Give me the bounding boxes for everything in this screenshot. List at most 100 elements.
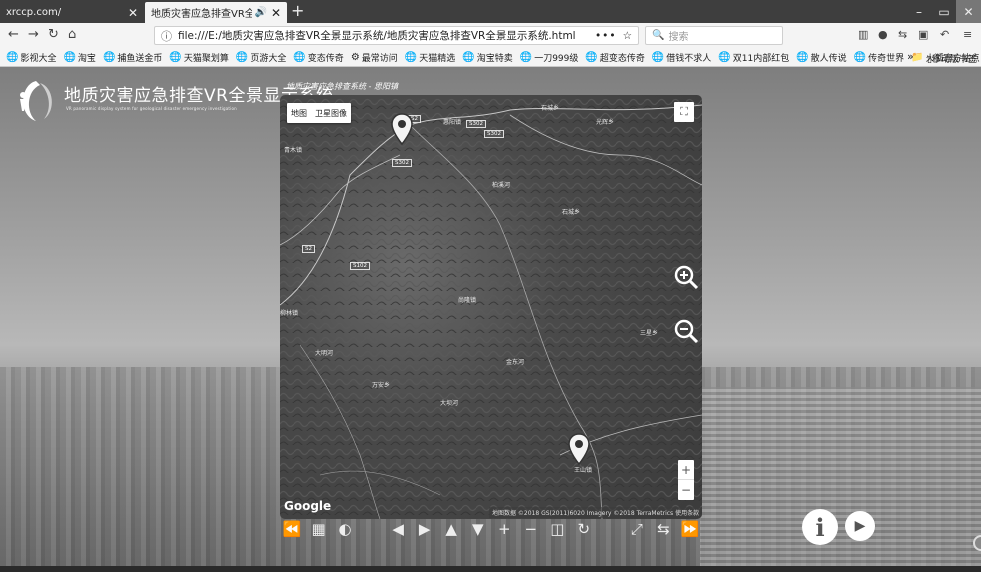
place-label: 石城乡 bbox=[541, 105, 560, 112]
location-pin-icon[interactable] bbox=[568, 433, 590, 465]
bookmark-item[interactable]: 🌐 捕鱼送金币 bbox=[103, 51, 162, 64]
place-label: 大坝河 bbox=[440, 400, 459, 407]
fullscreen-icon[interactable]: ⛶ bbox=[674, 102, 694, 122]
undo-icon[interactable]: ↶ bbox=[940, 28, 949, 41]
place-label: 三星乡 bbox=[640, 330, 659, 337]
bookmark-item[interactable]: 🌐 变态传奇 bbox=[293, 51, 343, 64]
tab-label: 地质灾害应急排查VR全景显示系 bbox=[151, 9, 253, 20]
globe-icon: 🌐 bbox=[519, 51, 533, 63]
bookmark-item[interactable]: 🌐 淘宝 bbox=[63, 51, 95, 64]
map-type-satellite-button[interactable]: 卫星图像 bbox=[311, 108, 351, 119]
page-subtitle: VR panoramic display system for geologic… bbox=[66, 106, 237, 111]
reload-icon[interactable]: ↻ bbox=[48, 27, 59, 42]
bookmark-item[interactable]: 🌐 一刀999级 bbox=[520, 51, 579, 64]
next-scene-icon[interactable]: ⏩ bbox=[679, 520, 701, 538]
bookmark-item[interactable]: 🌐 淘宝特卖 bbox=[462, 51, 512, 64]
map-zoom-out-button[interactable]: − bbox=[678, 480, 694, 500]
thumbnails-icon[interactable]: ▦ bbox=[308, 520, 330, 538]
map-zoom-control: + − bbox=[678, 460, 694, 500]
place-label: 青木镇 bbox=[284, 147, 303, 154]
mobile-bookmarks-link[interactable]: ▯移动版书签 bbox=[927, 52, 977, 65]
bookmarks-bar: 🌐 影视大全 🌐 淘宝 🌐 捕鱼送金币 🌐 天猫聚划算 🌐 页游大全 🌐 变态传奇 ⚙ 最常访… bbox=[0, 48, 981, 67]
place-label: 惠阳镇 bbox=[443, 119, 462, 126]
speaker-icon[interactable]: 🔊 bbox=[254, 7, 266, 18]
map-type-control: 地图 卫星图像 bbox=[287, 103, 351, 123]
new-tab-button[interactable]: + bbox=[291, 1, 304, 20]
pan-left-icon[interactable]: ◀ bbox=[387, 520, 409, 538]
google-logo: Google bbox=[284, 499, 332, 513]
search-icon: 🔍 bbox=[652, 30, 665, 41]
info-icon[interactable]: ⓘ bbox=[161, 28, 172, 44]
reader-icon[interactable]: ▣ bbox=[918, 28, 928, 41]
bookmark-item[interactable]: 🌐 影视大全 bbox=[6, 51, 56, 64]
view-mode-icon[interactable]: ⇆ bbox=[652, 520, 674, 538]
sync-icon[interactable]: ⇆ bbox=[898, 28, 907, 41]
maximize-button[interactable]: ▭ bbox=[932, 0, 956, 23]
back-icon[interactable]: ← bbox=[8, 27, 19, 42]
tab-xrccp[interactable]: xrccp.com/ ✕ bbox=[0, 2, 144, 23]
home-icon[interactable]: ⌂ bbox=[68, 27, 76, 42]
map-type-map-button[interactable]: 地图 bbox=[287, 108, 311, 119]
place-label: 万安乡 bbox=[372, 382, 391, 389]
globe-icon: 🌐 bbox=[235, 51, 249, 63]
url-bar[interactable]: ⓘ file:///E:/地质灾害应急排查VR全景显示系统/地质灾害应急排查VR… bbox=[154, 26, 639, 45]
panorama-city bbox=[700, 387, 981, 572]
pan-up-icon[interactable]: ▲ bbox=[440, 520, 462, 538]
info-button[interactable]: i bbox=[802, 509, 838, 545]
zoom-out-icon[interactable] bbox=[673, 318, 699, 344]
minimize-button[interactable]: – bbox=[906, 0, 932, 23]
satellite-map[interactable]: 地图 卫星图像 ⛶ 惠阳镇 石城乡 光辉乡 石城乡 尚隆镇 三星乡 柳林镇 大明… bbox=[280, 95, 702, 519]
zoom-in-icon[interactable] bbox=[673, 264, 699, 290]
page-actions-icon[interactable]: ••• bbox=[595, 30, 617, 42]
place-label: 柳林镇 bbox=[280, 310, 299, 317]
road-shield: S2 bbox=[302, 245, 315, 253]
toolbar-zoom-in-icon[interactable]: + bbox=[493, 520, 515, 538]
chat-icon[interactable]: ● bbox=[878, 28, 888, 41]
close-tab-icon[interactable]: ✕ bbox=[128, 6, 138, 20]
vr-goggles-icon[interactable]: ◫ bbox=[546, 520, 568, 538]
globe-icon: 🌐 bbox=[462, 51, 475, 63]
globe-icon: 🌐 bbox=[718, 51, 731, 63]
globe-icon: 🌐 bbox=[404, 51, 418, 63]
forward-icon[interactable]: → bbox=[28, 27, 39, 42]
bookmark-item[interactable]: 🌐 页游大全 bbox=[236, 51, 286, 64]
close-tab-icon[interactable]: ✕ bbox=[271, 6, 281, 20]
globe-view-icon[interactable]: ◐ bbox=[334, 520, 356, 538]
menu-icon[interactable]: ≡ bbox=[963, 28, 972, 41]
fullscreen-toggle-icon[interactable]: ⤢ bbox=[626, 520, 648, 538]
toolbar-zoom-out-icon[interactable]: − bbox=[520, 520, 542, 538]
place-label: 柏溪河 bbox=[492, 182, 511, 189]
bookmark-item[interactable]: ⚙ 最常访问 bbox=[351, 51, 398, 64]
globe-icon: 🌐 bbox=[102, 51, 116, 63]
bookmarks-overflow-icon[interactable]: » bbox=[907, 50, 914, 63]
place-label: 金东河 bbox=[506, 359, 525, 366]
place-label: 王山镇 bbox=[574, 467, 593, 474]
pan-right-icon[interactable]: ▶ bbox=[414, 520, 436, 538]
globe-icon: 🌐 bbox=[6, 51, 19, 63]
search-input[interactable]: 🔍 搜索 bbox=[645, 26, 783, 45]
tab-vr-system[interactable]: 地质灾害应急排查VR全景显示系 🔊 ✕ bbox=[145, 2, 287, 23]
place-label: 石城乡 bbox=[562, 209, 581, 216]
tab-label: xrccp.com/ bbox=[6, 7, 62, 18]
bookmark-item[interactable]: 🌐 天猫精选 bbox=[405, 51, 455, 64]
place-label: 尚隆镇 bbox=[458, 297, 477, 304]
bookmark-item[interactable]: 🌐 超变态传奇 bbox=[585, 51, 644, 64]
close-window-button[interactable]: ✕ bbox=[956, 0, 981, 23]
map-zoom-in-button[interactable]: + bbox=[678, 460, 694, 480]
library-icon[interactable]: ▥ bbox=[858, 28, 868, 41]
bookmark-item[interactable]: 🌐 散人传说 bbox=[796, 51, 846, 64]
bookmark-item[interactable]: 🌐 传奇世界 bbox=[854, 51, 904, 64]
previous-scene-icon[interactable]: ⏪ bbox=[281, 520, 303, 538]
bookmark-item[interactable]: 🌐 天猫聚划算 bbox=[169, 51, 228, 64]
nav-bar: ← → ↻ ⌂ ⓘ file:///E:/地质灾害应急排查VR全景显示系统/地质… bbox=[0, 23, 981, 48]
play-button[interactable]: ▶ bbox=[845, 511, 875, 541]
bookmark-item[interactable]: 🌐 借钱不求人 bbox=[652, 51, 711, 64]
bookmark-star-icon[interactable]: ☆ bbox=[623, 30, 632, 42]
location-pin-icon[interactable] bbox=[391, 113, 413, 145]
road-shield: S102 bbox=[350, 262, 370, 270]
gyroscope-icon[interactable]: ↻ bbox=[573, 520, 595, 538]
panorama-viewport[interactable]: 地质灾害应急排查VR全景显示系统 VR panoramic display sy… bbox=[0, 67, 981, 572]
url-text[interactable]: file:///E:/地质灾害应急排查VR全景显示系统/地质灾害应急排查VR全景… bbox=[178, 28, 589, 43]
bookmark-item[interactable]: 🌐 双11内部红包 bbox=[718, 51, 789, 64]
pan-down-icon[interactable]: ▼ bbox=[467, 520, 489, 538]
